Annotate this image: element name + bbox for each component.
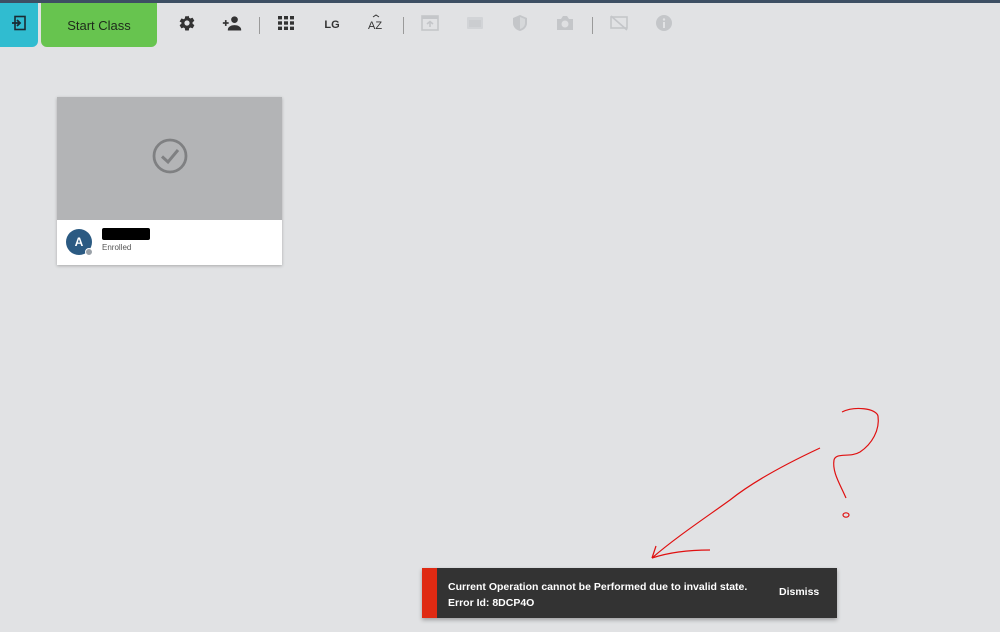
toolbar-divider xyxy=(403,17,404,34)
grid-view-button[interactable] xyxy=(274,13,298,37)
student-thumbnail xyxy=(57,97,282,220)
add-person-icon xyxy=(222,14,242,37)
student-card[interactable]: A Enrolled xyxy=(57,97,282,265)
exit-icon xyxy=(11,15,27,36)
toast-error-id: Error Id: 8DCP4O xyxy=(448,597,535,609)
enrollment-status: Enrolled xyxy=(102,243,132,252)
error-toast: Current Operation cannot be Performed du… xyxy=(422,568,837,618)
toast-message-line: Current Operation cannot be Performed du… xyxy=(448,581,748,593)
window-button[interactable] xyxy=(418,13,442,37)
toast-error-accent xyxy=(422,568,437,618)
size-toggle-button[interactable]: LG xyxy=(322,13,342,37)
sort-button[interactable]: AZ xyxy=(364,13,388,37)
check-circle-icon xyxy=(152,138,188,179)
start-class-button[interactable]: Start Class xyxy=(41,3,157,47)
info-icon xyxy=(655,14,673,37)
svg-text:AZ: AZ xyxy=(368,20,382,32)
add-student-button[interactable] xyxy=(220,13,244,37)
shield-button[interactable] xyxy=(508,13,532,37)
handwritten-annotation xyxy=(651,407,879,559)
toast-message: Current Operation cannot be Performed du… xyxy=(448,579,747,611)
student-name-redacted xyxy=(102,228,150,240)
exit-button[interactable] xyxy=(0,3,38,47)
gear-icon xyxy=(178,14,196,37)
window-icon xyxy=(421,14,439,36)
browser-lock-button[interactable] xyxy=(463,13,487,37)
snapshot-button[interactable] xyxy=(553,13,577,37)
toolbar-divider xyxy=(259,17,260,34)
screen-off-icon xyxy=(610,14,628,36)
grid-icon xyxy=(278,15,294,35)
toolbar-divider xyxy=(592,17,593,34)
camera-icon xyxy=(556,15,574,36)
browser-lock-icon xyxy=(466,16,484,35)
settings-button[interactable] xyxy=(175,13,199,37)
sort-az-icon: AZ xyxy=(367,13,385,37)
shield-icon xyxy=(512,14,528,37)
info-button[interactable] xyxy=(652,13,676,37)
presence-indicator xyxy=(85,248,93,256)
dismiss-button[interactable]: Dismiss xyxy=(779,586,819,598)
screen-off-button[interactable] xyxy=(607,13,631,37)
